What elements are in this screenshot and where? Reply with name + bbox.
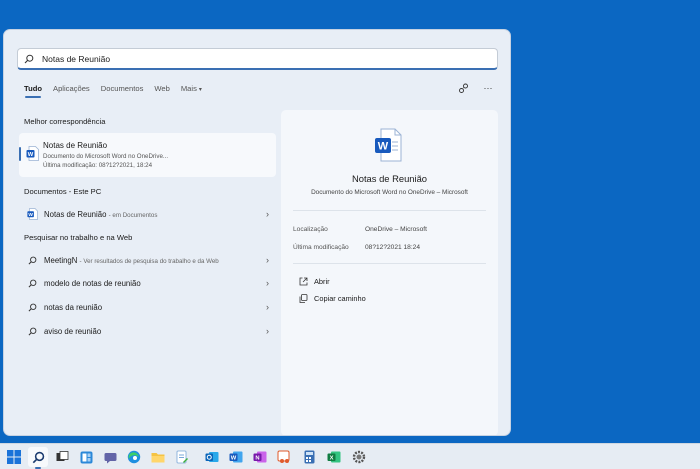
web-result-text: notas da reunião [44, 302, 103, 312]
word-document-icon: W [26, 146, 39, 166]
web-result-item[interactable]: modelo de notas de reunião › [19, 273, 276, 293]
windows-start-icon[interactable] [4, 447, 24, 467]
preview-pane: W Notas de Reunião Documento do Microsof… [281, 110, 498, 435]
teams-chat-icon[interactable] [100, 447, 120, 467]
location-value: OneDrive – Microsoft [365, 226, 427, 233]
tab-apps[interactable]: Aplicações [53, 84, 90, 98]
documents-heading: Documentos - Este PC [24, 187, 102, 196]
preview-title: Notas de Reunião [351, 173, 428, 184]
chevron-right-icon: › [266, 302, 269, 312]
search-icon [26, 325, 38, 337]
document-result-title: Notas de Reunião [44, 209, 107, 219]
web-result-text: MeetingN [44, 255, 78, 265]
search-panel: Tudo Aplicações Documentos Web Mais▾ ···… [3, 29, 511, 436]
divider [293, 210, 486, 211]
outlook-icon[interactable] [202, 447, 222, 467]
web-result-suffix: - Ver resultados de pesquisa do trabalho… [79, 257, 219, 265]
document-result[interactable]: W Notas de Reunião - em Documentos › [19, 204, 276, 224]
tab-web[interactable]: Web [154, 84, 169, 98]
web-result-text: aviso de reunião [44, 326, 102, 336]
settings-icon[interactable] [349, 447, 369, 467]
taskbar: W N X [0, 443, 700, 469]
tab-more-label: Mais [180, 84, 197, 93]
tab-more[interactable]: Mais ▾ [181, 84, 202, 98]
open-action-label: Abrir [314, 276, 330, 286]
web-result-item[interactable]: notas da reunião › [19, 297, 276, 317]
tab-documents[interactable]: Documentos [101, 84, 144, 98]
svg-text:X: X [330, 455, 334, 461]
svg-text:W: W [231, 455, 237, 461]
word-document-icon: W [26, 208, 38, 220]
more-options-icon[interactable]: ··· [482, 82, 494, 94]
excel-icon[interactable]: X [324, 447, 344, 467]
svg-text:W: W [28, 212, 33, 218]
notepad-icon[interactable] [172, 447, 192, 467]
search-icon[interactable] [28, 447, 48, 469]
web-result-text: modelo de notas de reunião [44, 278, 141, 288]
svg-text:N: N [255, 455, 259, 461]
open-icon [298, 276, 308, 286]
onenote-icon[interactable]: N [250, 447, 270, 467]
search-icon [26, 254, 38, 266]
location-label: Localização [293, 226, 328, 233]
share-results-icon[interactable] [457, 82, 469, 94]
open-action[interactable]: Abrir [298, 276, 330, 286]
tab-all[interactable]: Tudo [24, 84, 42, 98]
search-icon [24, 53, 36, 65]
selection-indicator [19, 147, 21, 161]
edge-icon[interactable] [124, 447, 144, 467]
svg-text:W: W [28, 152, 34, 158]
search-icon [26, 301, 38, 313]
search-box[interactable] [17, 48, 498, 70]
chevron-right-icon: › [266, 209, 269, 219]
chevron-right-icon: › [266, 278, 269, 288]
tab-tools: ··· [457, 82, 494, 94]
best-match-heading: Melhor correspondência [24, 117, 106, 126]
document-result-location: - em Documentos [108, 211, 158, 219]
chevron-right-icon: › [266, 255, 269, 265]
modified-label: Última modificação [293, 244, 349, 251]
divider [293, 263, 486, 264]
copy-path-icon [298, 293, 308, 303]
web-result-item[interactable]: MeetingN - Ver resultados de pesquisa do… [19, 250, 276, 270]
search-input[interactable] [42, 53, 482, 64]
copy-path-action[interactable]: Copiar caminho [298, 293, 366, 303]
file-explorer-icon[interactable] [148, 447, 168, 467]
best-match-title: Notas de Reunião [43, 141, 108, 150]
copy-path-action-label: Copiar caminho [314, 293, 366, 303]
snipping-tool-icon[interactable] [274, 447, 294, 467]
search-filter-tabs: Tudo Aplicações Documentos Web Mais ▾ [24, 84, 213, 98]
word-icon[interactable]: W [226, 447, 246, 467]
widgets-icon[interactable] [76, 447, 96, 467]
modified-value: 08?12?2021 18:24 [365, 244, 421, 251]
word-document-icon: W [374, 128, 402, 167]
preview-subtitle: Documento do Microsoft Word no OneDrive … [311, 189, 468, 196]
web-result-item[interactable]: aviso de reunião › [19, 321, 276, 341]
web-search-heading: Pesquisar no trabalho e na Web [24, 233, 133, 242]
chevron-down-icon: ▾ [198, 87, 202, 93]
search-icon [26, 277, 38, 289]
task-view-icon[interactable] [52, 447, 72, 467]
best-match-result[interactable]: W Notas de Reunião Documento do Microsof… [19, 133, 276, 177]
chevron-right-icon: › [266, 326, 269, 336]
svg-text:W: W [378, 141, 389, 153]
best-match-modified: Última modificação: 08?12?2021, 18:24 [43, 162, 153, 169]
best-match-subtitle: Documento do Microsoft Word no OneDrive.… [43, 153, 169, 160]
calculator-icon[interactable] [299, 447, 319, 467]
